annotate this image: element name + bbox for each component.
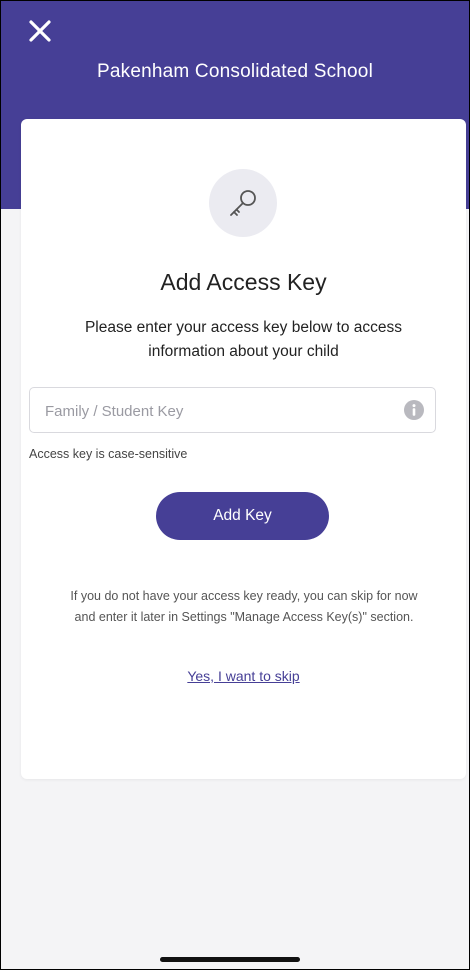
page-title: Add Access Key	[160, 269, 327, 295]
info-icon[interactable]	[404, 400, 424, 420]
key-icon-badge	[209, 169, 277, 237]
home-indicator[interactable]	[160, 957, 300, 962]
access-key-input[interactable]	[43, 388, 377, 434]
key-icon	[230, 190, 256, 216]
close-button[interactable]	[27, 18, 53, 44]
case-sensitive-hint: Access key is case-sensitive	[29, 447, 188, 461]
app-screen: Pakenham Consolidated School Add Access …	[0, 0, 470, 970]
skip-info-text: If you do not have your access key ready…	[70, 589, 418, 624]
close-icon	[29, 20, 51, 42]
instructions-text: Please enter your access key below to ac…	[84, 319, 403, 360]
add-access-key-card: Add Access Key Please enter your access …	[21, 119, 466, 779]
skip-link[interactable]: Yes, I want to skip	[21, 668, 466, 684]
school-name: Pakenham Consolidated School	[97, 61, 373, 82]
access-key-field	[29, 387, 436, 434]
add-key-button[interactable]: Add Key	[156, 492, 329, 540]
